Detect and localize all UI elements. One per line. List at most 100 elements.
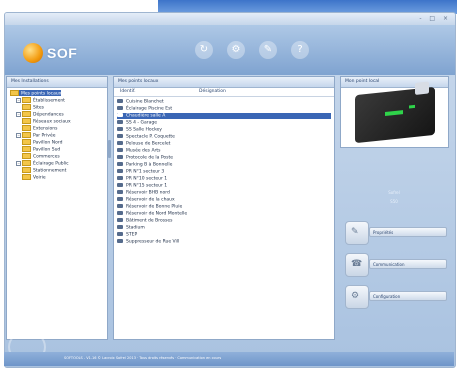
tree-item[interactable]: − Établissement: [16, 97, 65, 104]
list-item[interactable]: Suppresseur de Rue Vill: [117, 239, 331, 245]
list-item-label: Réservoir de Nord Montelle: [126, 211, 188, 217]
device-icon: [117, 120, 123, 124]
expand-toggle-icon[interactable]: −: [16, 97, 21, 103]
folder-icon: [22, 118, 31, 124]
tools-icon[interactable]: ✎: [259, 41, 277, 59]
expand-toggle-icon[interactable]: −: [16, 132, 21, 138]
folder-icon: [10, 90, 19, 96]
help-icon[interactable]: ?: [291, 41, 309, 59]
list-item-label: SS 4 - Garage: [126, 120, 157, 126]
folder-icon: [22, 153, 31, 159]
tree-item[interactable]: Pavillon Sud: [22, 146, 60, 153]
folder-icon: [22, 139, 31, 145]
list-item-label: Réservoir de Bonne Pluie: [126, 204, 183, 210]
folder-icon: [22, 174, 31, 180]
list-item-label: Musée des Arts: [126, 148, 161, 154]
panel-splitter[interactable]: [108, 140, 111, 158]
tree-item[interactable]: Voirie: [22, 174, 46, 181]
list-item[interactable]: SS 4 - Garage: [117, 120, 331, 126]
logo-ball-icon: [23, 43, 43, 63]
list-item-label: Cuisine Blanchet: [126, 99, 164, 105]
list-item[interactable]: Pelouse de Bercelet: [117, 141, 331, 147]
column-identif[interactable]: Identif.: [120, 88, 136, 96]
configuration-button[interactable]: ⚙ Configuration: [345, 285, 449, 309]
tree-item-label: Voirie: [33, 175, 46, 181]
installations-header: Mes Installations: [7, 77, 107, 88]
device-icon: [117, 204, 123, 208]
list-item[interactable]: Réservoir de Bonne Pluie: [117, 204, 331, 210]
tree-item[interactable]: − Dépendances: [16, 111, 64, 118]
list-item-label: PR N°15 secteur 1: [126, 183, 168, 189]
list-item[interactable]: Musée des Arts: [117, 148, 331, 154]
list-item[interactable]: Réservoir de Nord Montelle: [117, 211, 331, 217]
list-item[interactable]: Cuisine Blanchet: [117, 99, 331, 105]
list-item[interactable]: PR N°15 secteur 1: [117, 183, 331, 189]
device-icon: [117, 211, 123, 215]
list-item-label: Chaudière salle A: [126, 113, 166, 119]
communication-button[interactable]: ☎ Communication: [345, 253, 449, 277]
list-item-label: Éclairage Piscine Est: [126, 106, 173, 112]
device-icon: [117, 148, 123, 152]
device-icon: [117, 162, 123, 166]
folder-icon: [22, 97, 31, 103]
tree-item-label: Stationnement: [33, 168, 67, 174]
list-item-label: Réservoir BHB nord: [126, 190, 170, 196]
list-item-label: PR N°10 secteur 1: [126, 176, 168, 182]
properties-button[interactable]: ✎ Propriétés: [345, 221, 449, 245]
list-item-label: Bâtiment de Brosses: [126, 218, 173, 224]
list-item-label: Pelouse de Bercelet: [126, 141, 171, 147]
list-item[interactable]: Chaudière salle A: [117, 113, 331, 119]
list-item[interactable]: Protocole de la Poste: [117, 155, 331, 161]
tree-item[interactable]: − Par Privée: [16, 132, 56, 139]
list-item[interactable]: STEP: [117, 232, 331, 238]
toolbar: ↻ ⚙ ✎ ?: [195, 41, 309, 59]
tree-item-label: Extensions: [33, 126, 58, 132]
list-item[interactable]: PR N°10 secteur 1: [117, 176, 331, 182]
list-item[interactable]: Réservoir BHB nord: [117, 190, 331, 196]
points-header: Mes points locaux: [114, 77, 334, 88]
list-item[interactable]: Spectacle P. Coquette: [117, 134, 331, 140]
device-icon: [117, 183, 123, 187]
list-item[interactable]: Réservoir de la chaux: [117, 197, 331, 203]
refresh-icon[interactable]: ↻: [195, 41, 213, 59]
status-text: SOFTOOLS - V1.16 © Lacroix Sofrel 2013 ·…: [64, 356, 222, 360]
list-item[interactable]: Parking B à Bonnelle: [117, 162, 331, 168]
device-icon: [117, 232, 123, 236]
folder-icon: [22, 111, 31, 117]
device-model: S50: [390, 199, 398, 204]
tree-item[interactable]: − Éclairage Public: [16, 160, 69, 167]
list-item[interactable]: SS Salle Hockey: [117, 127, 331, 133]
tree-item[interactable]: Pavillon Nord: [22, 139, 62, 146]
device-icon: [117, 127, 123, 131]
folder-icon: [22, 104, 31, 110]
list-item-label: Réservoir de la chaux: [126, 197, 175, 203]
tree-item[interactable]: Commerces: [22, 153, 60, 160]
list-item-label: PR N°1 secteur 3: [126, 169, 165, 175]
window-controls[interactable]: - □ ×: [419, 15, 451, 22]
device-icon: [117, 197, 123, 201]
phone-icon: ☎: [345, 253, 369, 277]
title-bar: - □ ×: [5, 13, 455, 25]
tree-item-label: Commerces: [33, 154, 60, 160]
list-item[interactable]: Bâtiment de Brosses: [117, 218, 331, 224]
tree-item-label: Sites: [33, 105, 44, 111]
list-item[interactable]: PR N°1 secteur 3: [117, 169, 331, 175]
list-item[interactable]: Éclairage Piscine Est: [117, 106, 331, 112]
column-designation[interactable]: Désignation: [199, 88, 226, 96]
status-bar: SOFTOOLS - V1.16 © Lacroix Sofrel 2013 ·…: [4, 352, 454, 366]
installations-panel: Mes Installations Mes points locaux − Étab…: [6, 76, 108, 340]
config-icon: ⚙: [345, 285, 369, 309]
tree-item[interactable]: Stationnement: [22, 167, 67, 174]
expand-toggle-icon[interactable]: −: [16, 160, 21, 166]
tree-item[interactable]: Réseaux sociaux: [22, 118, 71, 125]
tree-item[interactable]: Extensions: [22, 125, 58, 132]
tree-item[interactable]: Sites: [22, 104, 44, 111]
tree-item-label: Dépendances: [33, 112, 64, 118]
list-item[interactable]: Stadium: [117, 225, 331, 231]
properties-label: Propriétés: [369, 227, 447, 237]
list-item-label: Suppresseur de Rue Vill: [126, 239, 180, 245]
settings-icon[interactable]: ⚙: [227, 41, 245, 59]
tree-item[interactable]: Mes points locaux: [10, 90, 62, 97]
device-icon: [117, 134, 123, 138]
expand-toggle-icon[interactable]: −: [16, 111, 21, 117]
